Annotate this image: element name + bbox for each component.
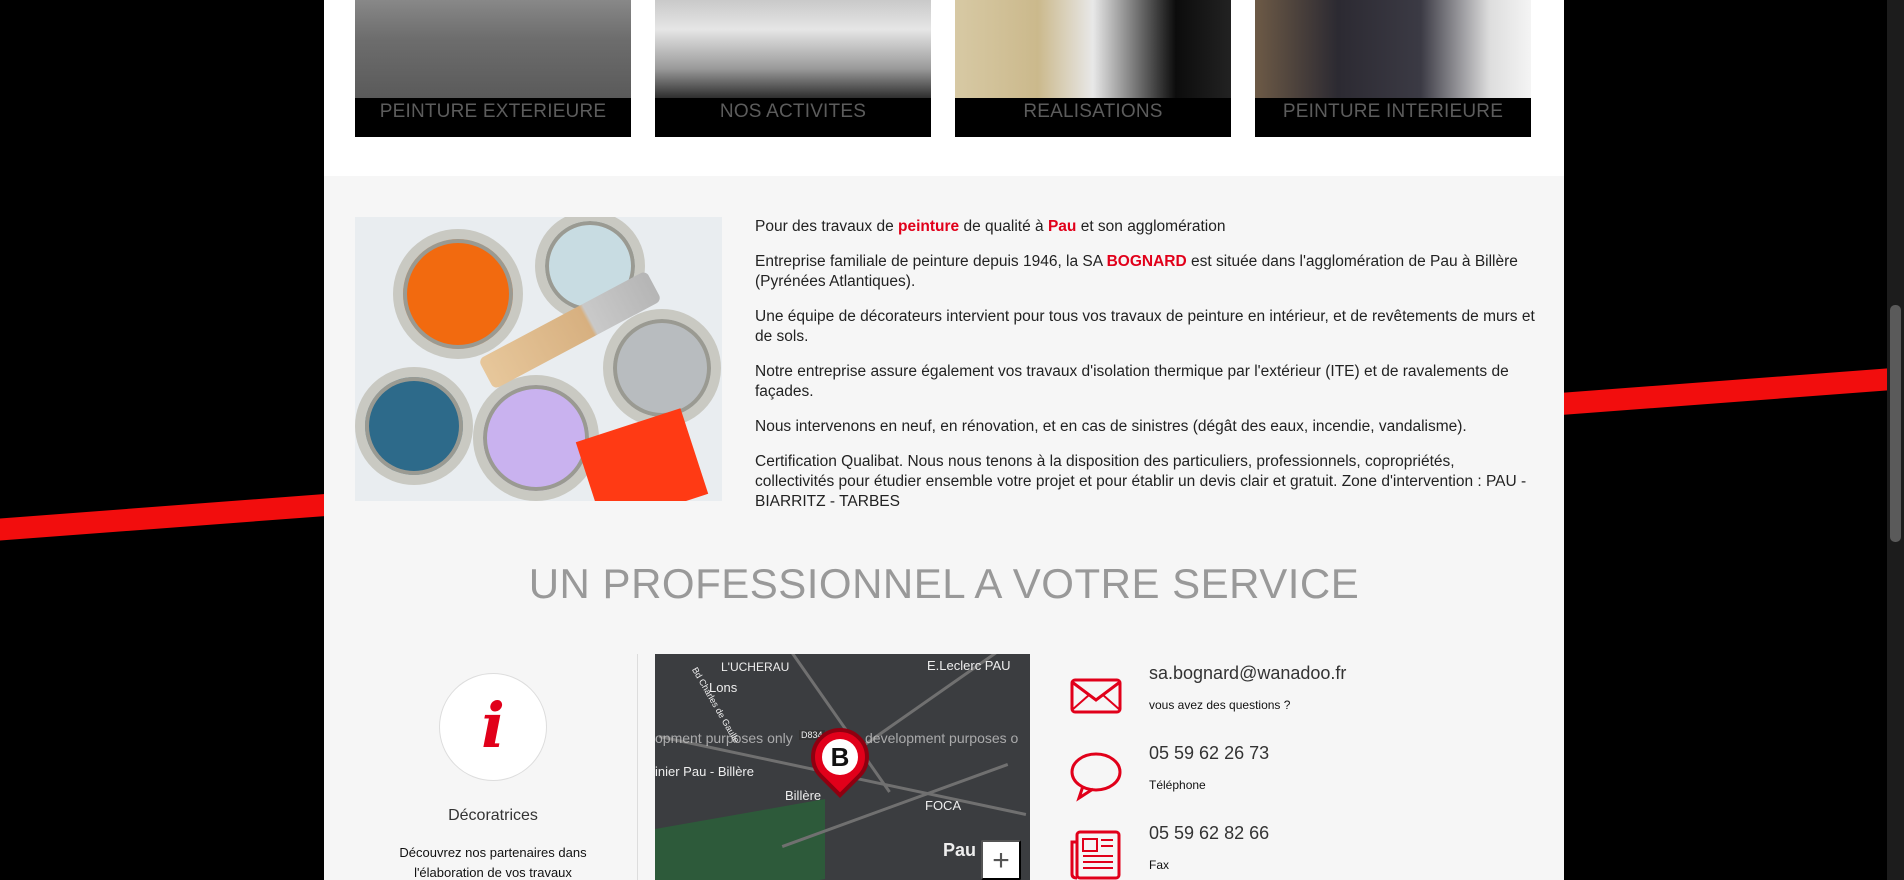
email-label: vous avez des questions ? — [1149, 698, 1291, 712]
intro-paragraph: Entreprise familiale de peinture depuis … — [755, 253, 1518, 290]
page-content: PEINTURE EXTERIEURE NOS ACTIVITES REALIS… — [324, 0, 1564, 880]
map-dev-watermark: opment purposes only — [655, 730, 793, 746]
intro-paragraph: Une équipe de décorateurs intervient pou… — [755, 308, 1535, 345]
intro-paragraph: Notre entreprise assure également vos tr… — [755, 363, 1509, 400]
newspaper-icon — [1070, 830, 1121, 880]
map-label: L'UCHERAU — [721, 660, 790, 674]
tile-photo — [355, 0, 631, 98]
intro-text: Pour des travaux de peinture de qualité … — [755, 217, 1535, 527]
zoom-in-button[interactable]: + — [981, 840, 1021, 880]
paint-can-grey — [603, 309, 721, 427]
feature-decoratrices: i Décoratrices Découvrez nos partenaires… — [355, 654, 631, 880]
paint-can-blue — [355, 367, 473, 485]
paint-can-lavender — [473, 375, 599, 501]
decorative-red-stripe-left — [0, 493, 340, 542]
map-label: Billère — [785, 788, 822, 803]
tile-nos-activites[interactable]: NOS ACTIVITES — [655, 0, 931, 137]
map-label: E.Leclerc PAU — [927, 658, 1011, 673]
tile-photo — [1255, 0, 1531, 98]
map-label: Pau — [943, 840, 977, 860]
phone-label: Téléphone — [1149, 778, 1206, 792]
info-icon[interactable]: i — [439, 673, 547, 781]
feature-description: Découvrez nos partenaires dans l'élabora… — [399, 845, 587, 880]
fax-label: Fax — [1149, 858, 1170, 872]
map-pin-logo: B — [822, 739, 858, 775]
contact-list: sa.bognard@wanadoo.fr vous avez des ques… — [1069, 654, 1549, 880]
paint-cans-image — [355, 217, 722, 501]
section-title: UN PROFESSIONNEL A VOTRE SERVICE — [528, 560, 1360, 607]
tile-caption: NOS ACTIVITES — [655, 98, 931, 137]
fax-number: 05 59 62 82 66 — [1149, 823, 1270, 843]
contact-phone: 05 59 62 26 73 Téléphone — [1069, 734, 1549, 814]
vertical-scrollbar[interactable] — [1887, 0, 1904, 880]
intro-paragraph: Nous intervenons en neuf, en rénovation,… — [755, 418, 1467, 435]
tile-peinture-exterieure[interactable]: PEINTURE EXTERIEURE — [355, 0, 631, 137]
category-tiles: PEINTURE EXTERIEURE NOS ACTIVITES REALIS… — [324, 0, 1564, 176]
map-label: inier Pau - Billère — [655, 764, 754, 779]
map-label: FOCA — [925, 798, 962, 813]
intro-paragraph: Certification Qualibat. Nous nous tenons… — [755, 453, 1527, 510]
paint-can-orange — [393, 229, 523, 359]
tile-photo — [655, 0, 931, 98]
tile-caption: REALISATIONS — [955, 98, 1231, 137]
scrollbar-thumb[interactable] — [1890, 305, 1901, 542]
speech-bubble-icon — [1070, 752, 1122, 802]
email-link[interactable]: sa.bognard@wanadoo.fr — [1149, 663, 1346, 684]
contact-email: sa.bognard@wanadoo.fr vous avez des ques… — [1069, 654, 1549, 734]
tile-caption: PEINTURE INTERIEURE — [1255, 98, 1531, 137]
column-divider — [637, 654, 638, 880]
decorative-red-stripe-right — [1559, 366, 1904, 415]
envelope-icon — [1070, 678, 1122, 714]
contact-fax: 05 59 62 82 66 Fax — [1069, 814, 1549, 880]
tile-peinture-interieure[interactable]: PEINTURE INTERIEURE — [1255, 0, 1531, 137]
tile-caption: PEINTURE EXTERIEURE — [355, 98, 631, 137]
tile-realisations[interactable]: REALISATIONS — [955, 0, 1231, 137]
intro-paragraph: Pour des travaux de peinture de qualité … — [755, 218, 1226, 235]
location-map[interactable]: L'UCHERAU Lons E.Leclerc PAU D834 opment… — [655, 654, 1030, 880]
phone-link[interactable]: 05 59 62 26 73 — [1149, 743, 1269, 764]
feature-title: Décoratrices — [448, 807, 538, 824]
map-dev-watermark: development purposes o — [865, 730, 1019, 746]
tile-photo — [955, 0, 1231, 98]
